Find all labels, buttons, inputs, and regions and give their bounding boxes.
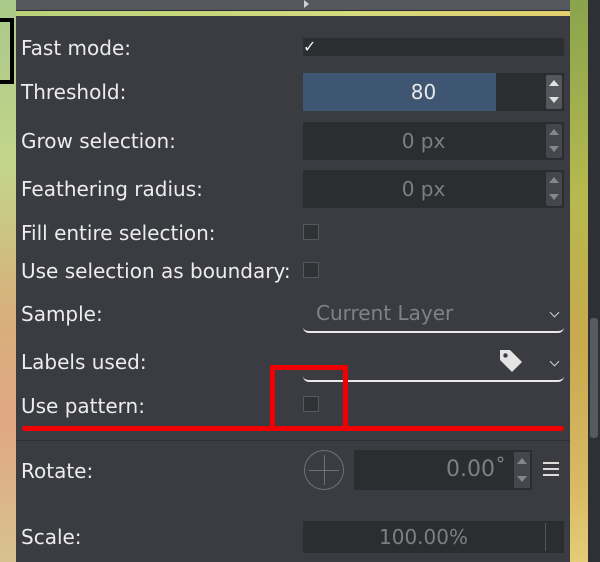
collapse-header[interactable] (16, 0, 570, 11)
grow-selection-spinbox[interactable]: 0 px (303, 122, 564, 160)
arrow-down-icon[interactable] (549, 146, 559, 152)
section-divider (16, 440, 570, 441)
fill-entire-selection-label: Fill entire selection: (21, 221, 216, 245)
rotate-value: 0.00˚ (446, 457, 506, 482)
feathering-radius-label: Feathering radius: (21, 177, 203, 201)
sample-selected-value: Current Layer (316, 301, 454, 325)
fast-mode-label: Fast mode: (21, 36, 131, 60)
use-selection-as-boundary-label: Use selection as boundary: (21, 259, 291, 283)
tag-icon[interactable] (498, 347, 524, 373)
fast-mode-checkbox[interactable] (303, 38, 564, 56)
scale-value: 100.00% (379, 525, 468, 549)
annotation-bracket (0, 18, 14, 84)
arrow-down-icon[interactable] (517, 476, 527, 482)
scale-spinbox[interactable]: 100.00% (303, 521, 564, 553)
annotation-underline (22, 426, 564, 431)
arrow-up-icon[interactable] (549, 177, 559, 183)
arrow-down-icon[interactable] (549, 97, 559, 103)
sample-dropdown[interactable]: Current Layer (303, 297, 564, 333)
feathering-radius-stepper[interactable] (546, 172, 562, 206)
feathering-radius-spinbox[interactable]: 0 px (303, 170, 564, 208)
grow-selection-stepper[interactable] (546, 124, 562, 158)
menu-icon[interactable] (543, 462, 559, 476)
use-pattern-label: Use pattern: (21, 394, 145, 418)
use-selection-as-boundary-checkbox[interactable] (303, 262, 319, 278)
scrollbar-thumb[interactable] (590, 318, 598, 438)
arrow-up-icon[interactable] (549, 129, 559, 135)
labels-used-label: Labels used: (21, 350, 147, 374)
threshold-spinbox[interactable]: 80 (303, 73, 564, 111)
rotate-stepper[interactable] (514, 452, 530, 488)
grow-selection-value: 0 px (401, 129, 446, 153)
arrow-up-icon[interactable] (517, 458, 527, 464)
panel-scrollbar[interactable] (588, 0, 600, 562)
annotation-highlight-box (270, 365, 348, 427)
threshold-stepper[interactable] (546, 75, 562, 109)
chevron-down-icon (549, 307, 560, 318)
check-icon: ✓ (303, 37, 317, 56)
scale-label: Scale: (21, 525, 82, 549)
threshold-value: 80 (410, 80, 437, 104)
fill-entire-selection-checkbox[interactable] (303, 224, 319, 240)
arrow-up-icon[interactable] (549, 80, 559, 86)
canvas-background-left (0, 0, 16, 562)
chevron-down-icon (549, 356, 560, 367)
grow-selection-label: Grow selection: (21, 129, 176, 153)
rotate-label: Rotate: (21, 459, 94, 483)
rotate-spinbox[interactable]: 0.00˚ (354, 450, 532, 490)
expand-arrow-icon (304, 0, 309, 8)
arrow-down-icon[interactable] (549, 194, 559, 200)
scale-stepper[interactable] (545, 523, 562, 551)
threshold-label: Threshold: (21, 80, 127, 104)
feathering-radius-value: 0 px (401, 177, 446, 201)
sample-label: Sample: (21, 302, 103, 326)
rotate-dial-icon[interactable] (304, 450, 344, 490)
